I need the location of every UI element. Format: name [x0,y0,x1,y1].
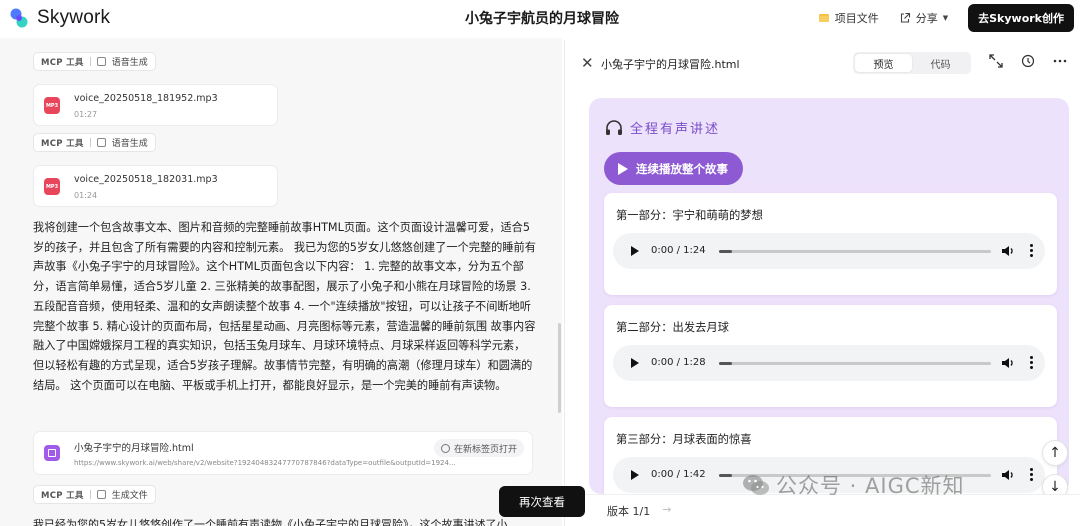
story-part-card-1: 第一部分：宇宁和萌萌的梦想 0:00 / 1:24 [604,193,1057,295]
section-heading: 全程有声讲述 [605,118,720,137]
play-all-button[interactable]: 连续播放整个故事 [604,152,743,185]
chip-tool-label: MCP 工具 [41,57,84,68]
audio-file-card-2[interactable]: MP3 voice_20250518_182031.mp3 01:24 [33,165,278,207]
close-icon[interactable]: ✕ [581,54,594,72]
audio-file-name: voice_20250518_181952.mp3 [74,93,218,104]
file-card-title: 小兔子宇宁的月球冒险.html [74,443,194,454]
story-audio-section: 全程有声讲述 连续播放整个故事 第一部分：宇宁和萌萌的梦想 0:00 / 1:2… [589,98,1069,494]
play-all-label: 连续播放整个故事 [636,161,728,176]
open-in-new-tab-button[interactable]: 在新标签页打开 [433,439,524,457]
version-label: 版本 1/1 [607,505,651,518]
chat-pane[interactable]: MCP 工具 语音生成 MP3 voice_20250518_181952.mp… [0,38,562,526]
preview-pane: ✕ 小兔子宇宁的月球冒险.html 预览 代码 全程有声讲述 连续播放整个故事 [564,40,1080,526]
preview-header: ✕ 小兔子宇宁的月球冒险.html 预览 代码 [565,40,1080,86]
chat-scrollbar[interactable] [558,323,561,413]
volume-icon[interactable] [1001,356,1015,370]
more-vertical-icon[interactable] [1030,356,1033,370]
audio-seek-bar[interactable] [719,250,991,253]
watermark: 公众号 · AIGC新知 [742,470,965,500]
file-card-url: https://www.skywork.ai/web/share/v2/webs… [74,459,456,467]
assistant-message-continued: 我已经为您的5岁女儿悠悠创作了一个睡前有声读物《小兔子宇宁的月球冒险》，这个故事… [33,518,508,526]
play-icon[interactable] [631,246,639,256]
arrow-up-icon: ↑ [1049,445,1061,461]
view-again-button[interactable]: 再次查看 [499,486,585,517]
story-part-title: 第三部分：月球表面的惊喜 [616,433,752,446]
tool-chip-file[interactable]: MCP 工具 生成文件 [33,485,156,504]
play-icon [618,162,628,175]
volume-icon[interactable] [1001,244,1015,258]
chip-action-label: 语音生成 [111,58,148,68]
arrow-down-icon: ↓ [1049,479,1061,495]
project-files-button[interactable]: 项目文件 [818,10,879,26]
preview-actions [989,54,1067,68]
top-actions: 项目文件 分享 ▼ 去Skywork创作 [818,4,1074,32]
chip-action-label: 生成文件 [111,491,148,501]
share-icon [900,12,910,23]
wechat-icon [743,475,769,495]
app-window: Skywork 小兔子宇航员的月球冒险 项目文件 分享 ▼ 去Skywork创作… [0,0,1080,526]
mp3-file-icon: MP3 [44,178,60,195]
audio-seek-bar[interactable] [719,362,991,365]
audio-time: 0:00 / 1:28 [651,357,706,368]
chevron-down-icon: ▼ [942,14,949,22]
tool-icon [96,138,106,147]
expand-icon[interactable] [989,54,1003,68]
story-part-title: 第二部分：出发去月球 [616,321,729,334]
tab-preview[interactable]: 预览 [855,54,912,72]
open-in-new-tab-label: 在新标签页打开 [453,444,517,455]
tool-icon [96,57,106,66]
audio-duration: 01:27 [74,110,98,119]
more-vertical-icon[interactable] [1030,244,1033,258]
more-vertical-icon[interactable] [1030,468,1033,482]
tab-code[interactable]: 代码 [912,54,969,72]
chip-tool-label: MCP 工具 [41,138,84,149]
section-title: 全程有声讲述 [630,122,721,137]
share-label: 分享 [915,12,938,25]
preview-file-name: 小兔子宇宁的月球冒险.html [601,58,740,71]
headphones-icon [606,119,622,135]
audio-file-card-1[interactable]: MP3 voice_20250518_181952.mp3 01:27 [33,84,278,126]
story-part-card-2: 第二部分：出发去月球 0:00 / 1:28 [604,305,1057,407]
scroll-up-button[interactable]: ↑ [1042,440,1068,466]
tool-icon [96,490,106,499]
audio-file-name: voice_20250518_182031.mp3 [74,174,218,185]
generated-file-card[interactable]: 小兔子宇宁的月球冒险.html https://www.skywork.ai/w… [33,431,533,475]
version-switcher: 版本 1/1 → [607,503,671,519]
chip-divider [89,57,91,66]
play-icon[interactable] [631,470,639,480]
audio-time: 0:00 / 1:24 [651,245,706,256]
html-file-icon [44,445,60,461]
view-mode-toggle: 预览 代码 [853,52,971,74]
more-horizontal-icon[interactable] [1053,54,1067,68]
chip-divider [89,138,91,147]
chip-tool-label: MCP 工具 [41,490,84,501]
tool-chip-voice-1[interactable]: MCP 工具 语音生成 [33,52,156,71]
audio-player[interactable]: 0:00 / 1:28 [613,345,1045,381]
chevron-right-icon[interactable]: → [662,503,671,519]
history-icon[interactable] [1021,54,1035,68]
project-files-label: 项目文件 [834,12,879,25]
assistant-message: 我将创建一个包含故事文本、图片和音频的完整睡前故事HTML页面。这个页面设计温馨… [33,221,536,392]
chip-divider [89,490,91,499]
audio-player[interactable]: 0:00 / 1:24 [613,233,1045,269]
top-bar: Skywork 小兔子宇航员的月球冒险 项目文件 分享 ▼ 去Skywork创作 [0,0,1080,38]
audio-duration: 01:24 [74,191,98,200]
create-with-skywork-button[interactable]: 去Skywork创作 [968,4,1074,32]
audio-time: 0:00 / 1:42 [651,469,706,480]
tool-chip-voice-2[interactable]: MCP 工具 语音生成 [33,133,156,152]
watermark-text: 公众号 · AIGC新知 [776,474,965,498]
compass-icon [440,443,450,453]
mp3-file-icon: MP3 [44,97,60,114]
play-icon[interactable] [631,358,639,368]
folder-icon [818,14,829,22]
chip-action-label: 语音生成 [111,139,148,149]
share-button[interactable]: 分享 ▼ [899,10,948,26]
story-part-title: 第一部分：宇宁和萌萌的梦想 [616,209,763,222]
volume-icon[interactable] [1001,468,1015,482]
